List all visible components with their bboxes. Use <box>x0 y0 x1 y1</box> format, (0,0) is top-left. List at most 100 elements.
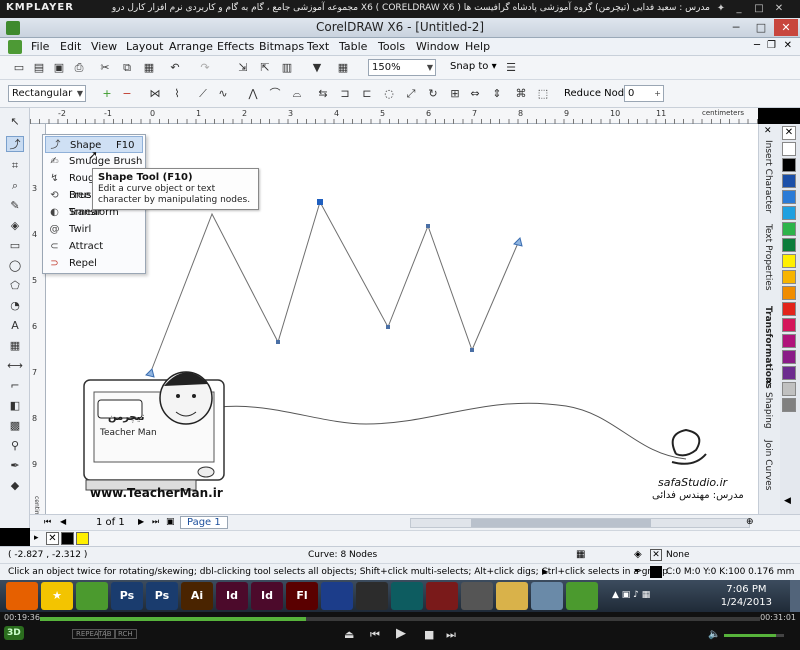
docker-close-icon[interactable]: ✕ <box>764 126 772 136</box>
dimension-tool-icon[interactable]: ⟷ <box>6 358 24 374</box>
last-page-icon[interactable]: ⏭ <box>152 517 159 527</box>
object-properties-icon[interactable]: ▦ <box>576 549 585 560</box>
ab-pill[interactable]: AB <box>98 629 116 639</box>
menu-bitmaps[interactable]: Bitmaps <box>259 40 304 53</box>
basic-shapes-icon[interactable]: ◔ <box>6 298 24 314</box>
reflect-v-icon[interactable]: ⇕ <box>490 87 504 101</box>
polygon-tool-icon[interactable]: ⬠ <box>6 278 24 294</box>
start-node[interactable] <box>145 368 155 378</box>
next-icon[interactable]: ⏭ <box>446 628 456 642</box>
menu-text[interactable]: Text <box>307 40 329 53</box>
curve-node[interactable] <box>470 348 474 352</box>
undo-icon[interactable]: ↶ <box>168 61 182 75</box>
3d-toggle[interactable]: 3D <box>4 626 24 640</box>
taskbar-app-indesign-2[interactable]: Id <box>251 582 283 610</box>
ellipse-tool-icon[interactable]: ◯ <box>6 258 24 274</box>
taskbar-app-app-13[interactable] <box>461 582 493 610</box>
show-desktop-button[interactable] <box>790 580 800 612</box>
taskbar-app-photoshop-2[interactable]: Ps <box>146 582 178 610</box>
zigzag-curve[interactable] <box>149 200 519 375</box>
save-icon[interactable]: ▣ <box>52 61 66 75</box>
doc-restore-button[interactable]: ❐ <box>767 40 776 51</box>
zoom-combo[interactable]: 150% ▼ <box>368 59 436 76</box>
wave-curve[interactable] <box>165 402 687 460</box>
taskbar-app-app-10[interactable] <box>356 582 388 610</box>
taskbar-app-corel-2[interactable] <box>566 582 598 610</box>
docker-tab-insert-character[interactable]: Insert Character <box>763 140 773 213</box>
text-tool-icon[interactable]: A <box>6 318 24 334</box>
taskbar-app-corel[interactable] <box>76 582 108 610</box>
palette-swatch[interactable] <box>782 270 796 284</box>
menu-table[interactable]: Table <box>339 40 367 53</box>
zoom-tool-icon[interactable]: ⌕ <box>6 178 24 194</box>
player-close-button[interactable]: ✕ <box>772 2 786 15</box>
connector-tool-icon[interactable]: ⌐ <box>6 378 24 394</box>
prev-page-icon[interactable]: ◀ <box>60 517 66 526</box>
reflect-h-icon[interactable]: ⇔ <box>468 87 482 101</box>
transparency-icon[interactable]: ▩ <box>6 418 24 434</box>
extract-subpath-icon[interactable]: ⊏ <box>360 87 374 101</box>
minimize-button[interactable]: ─ <box>724 19 748 36</box>
reduce-nodes-input[interactable]: 0 + <box>624 85 664 102</box>
align-nodes-icon[interactable]: ⊞ <box>448 87 462 101</box>
palette-swatch[interactable] <box>782 398 796 412</box>
copy-icon[interactable]: ⧉ <box>120 61 134 75</box>
palette-swatch[interactable] <box>782 174 796 188</box>
docker-tab-join-curves[interactable]: Join Curves <box>763 440 773 490</box>
next-page-icon[interactable]: ▶ <box>138 517 144 526</box>
black-swatch[interactable] <box>61 532 74 545</box>
hint-more-icon[interactable]: ▶ <box>542 567 548 576</box>
player-maximize-button[interactable]: □ <box>752 2 766 15</box>
symmetrical-node-icon[interactable]: ⌓ <box>290 87 304 101</box>
ruler-horizontal[interactable]: -2 -1 0 1 2 3 4 5 6 7 8 9 10 11 centimet… <box>30 108 758 124</box>
selection-mode-select[interactable]: Rectangular ▼ <box>8 85 86 102</box>
doc-minimize-button[interactable]: ─ <box>754 40 760 51</box>
import-icon[interactable]: ⇲ <box>236 61 250 75</box>
new-document-icon[interactable]: ▭ <box>12 61 26 75</box>
delete-node-icon[interactable]: − <box>120 87 134 101</box>
palette-swatch[interactable] <box>782 318 796 332</box>
taskbar-app-flash[interactable]: Fl <box>286 582 318 610</box>
palette-swatch[interactable] <box>782 206 796 220</box>
welcome-screen-icon[interactable]: ▦ <box>336 61 350 75</box>
palette-swatch[interactable] <box>782 302 796 316</box>
stop-icon[interactable]: ■ <box>424 628 434 641</box>
taskbar-app-illustrator[interactable]: Ai <box>181 582 213 610</box>
palette-swatch[interactable] <box>782 350 796 364</box>
volume-slider[interactable] <box>724 634 784 637</box>
extend-curve-icon[interactable]: ⊐ <box>338 87 352 101</box>
taskbar-app-app-11[interactable] <box>391 582 423 610</box>
palette-swatch[interactable] <box>782 254 796 268</box>
snap-to-dropdown[interactable]: Snap to ▾ <box>450 61 497 72</box>
fill-tool-icon[interactable]: ◆ <box>6 478 24 494</box>
palette-swatch[interactable] <box>782 190 796 204</box>
table-tool-icon[interactable]: ▦ <box>6 338 24 354</box>
publish-pdf-icon[interactable]: ▥ <box>280 61 294 75</box>
menu-tools[interactable]: Tools <box>378 40 405 53</box>
curve-node[interactable] <box>276 340 280 344</box>
palette-swatch[interactable] <box>782 286 796 300</box>
pin-icon[interactable]: ✦ <box>714 2 728 15</box>
open-icon[interactable]: ▤ <box>32 61 46 75</box>
tray-icons[interactable]: ▲ ▣ ♪ ▦ <box>612 590 650 600</box>
convert-to-curve-icon[interactable]: ∿ <box>216 87 230 101</box>
flyout-item-repel[interactable]: ⊃ Repel <box>45 255 143 272</box>
yellow-swatch[interactable] <box>76 532 89 545</box>
cut-icon[interactable]: ✂ <box>98 61 112 75</box>
paste-icon[interactable]: ▦ <box>142 61 156 75</box>
volume-icon[interactable]: 🔈 <box>708 629 720 640</box>
taskbar-app-firefox[interactable] <box>6 582 38 610</box>
export-icon[interactable]: ⇱ <box>258 61 272 75</box>
freehand-tool-icon[interactable]: ✎ <box>6 198 24 214</box>
print-icon[interactable]: ⎙ <box>72 61 86 75</box>
eject-icon[interactable]: ⏏ <box>344 628 354 641</box>
first-page-icon[interactable]: ⏮ <box>44 517 51 527</box>
menu-layout[interactable]: Layout <box>126 40 163 53</box>
palette-swatch[interactable] <box>782 334 796 348</box>
menu-file[interactable]: File <box>31 40 49 53</box>
maximize-button[interactable]: □ <box>749 19 773 36</box>
taskbar-app-folder[interactable] <box>496 582 528 610</box>
redo-icon[interactable]: ↷ <box>198 61 212 75</box>
add-node-icon[interactable]: + <box>100 87 114 101</box>
taskbar-app-app-9[interactable] <box>321 582 353 610</box>
